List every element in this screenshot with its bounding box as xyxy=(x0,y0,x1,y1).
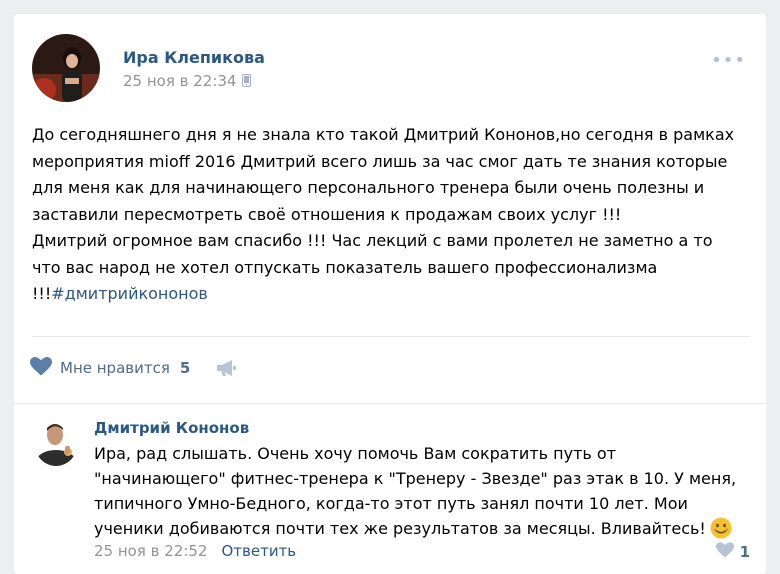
divider xyxy=(32,336,750,337)
post-text: До сегодняшнего дня я не знала кто такой… xyxy=(32,122,757,308)
post-author-avatar[interactable] xyxy=(32,34,100,102)
comment-body: Ира, рад слышать. Очень хочу помочь Вам … xyxy=(94,444,737,538)
hashtag-link[interactable]: #дмитрийкононов xyxy=(51,284,208,303)
phone-icon xyxy=(242,73,252,91)
comment-timestamp[interactable]: 25 ноя в 22:52 xyxy=(94,542,207,560)
post-author-name[interactable]: Ира Клепикова xyxy=(123,48,265,67)
post-actions: Мне нравится 5 xyxy=(30,356,238,380)
post-timestamp[interactable]: 25 ноя в 22:34 xyxy=(123,72,252,91)
comment-author-name[interactable]: Дмитрий Кононов xyxy=(94,419,249,437)
divider xyxy=(14,403,766,404)
post-time-text[interactable]: 25 ноя в 22:34 xyxy=(123,72,236,90)
megaphone-icon[interactable] xyxy=(216,359,238,377)
comment-meta: 25 ноя в 22:52 Ответить xyxy=(94,542,296,560)
post-card: Ира Клепикова 25 ноя в 22:34 ••• До сего… xyxy=(14,14,766,574)
more-dots-icon[interactable]: ••• xyxy=(711,50,746,71)
like-button[interactable]: Мне нравится 5 xyxy=(30,356,190,380)
reply-button[interactable]: Ответить xyxy=(221,542,296,560)
comment-like-count: 1 xyxy=(739,543,750,561)
like-count[interactable]: 5 xyxy=(180,359,190,377)
comment-text: Ира, рад слышать. Очень хочу помочь Вам … xyxy=(94,441,754,546)
comment-author-avatar[interactable] xyxy=(34,418,78,466)
post-body: До сегодняшнего дня я не знала кто такой… xyxy=(32,125,735,303)
heart-icon xyxy=(715,542,734,562)
like-label[interactable]: Мне нравится xyxy=(60,359,170,377)
heart-icon xyxy=(30,356,52,380)
comment-like-button[interactable]: 1 xyxy=(715,542,750,562)
